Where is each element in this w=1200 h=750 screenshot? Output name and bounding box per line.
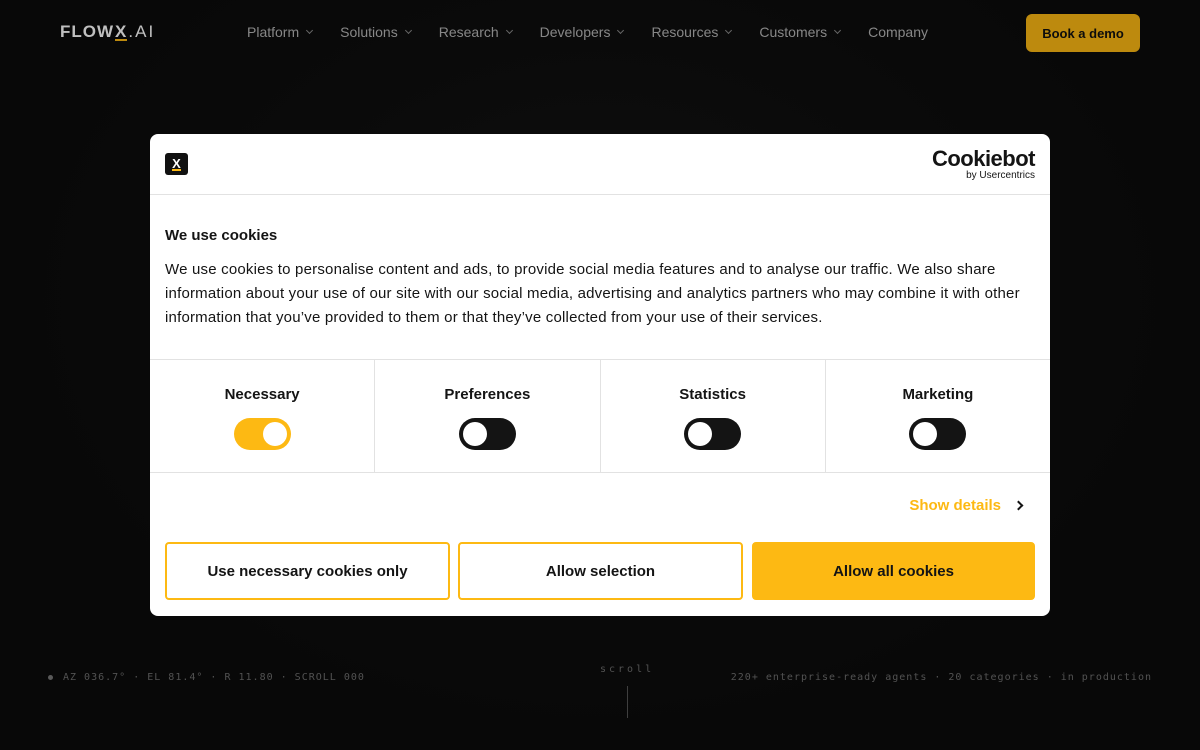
consent-category-preferences: Preferences bbox=[375, 360, 601, 472]
consent-category-label: Necessary bbox=[224, 386, 300, 403]
chevron-right-icon bbox=[1013, 500, 1024, 511]
allow-all-cookies-button[interactable]: Allow all cookies bbox=[752, 542, 1035, 600]
details-row: Show details bbox=[150, 496, 1050, 518]
consent-button-row: Use necessary cookies only Allow selecti… bbox=[165, 542, 1035, 600]
consent-category-statistics: Statistics bbox=[601, 360, 826, 472]
consent-category-toggles: Necessary Preferences Statistics Marketing bbox=[150, 360, 1050, 473]
dialog-header: X Cookiebot by Usercentrics bbox=[150, 134, 1050, 195]
cookiebot-name: Cookiebot bbox=[931, 146, 1036, 171]
toggle-knob bbox=[913, 422, 938, 446]
toggle-knob bbox=[462, 422, 487, 446]
consent-category-necessary: Necessary bbox=[150, 360, 376, 472]
necessary-toggle[interactable] bbox=[233, 418, 291, 450]
cookie-consent-dialog: X Cookiebot by Usercentrics We use cooki… bbox=[150, 134, 1050, 616]
show-details-link[interactable]: Show details bbox=[909, 497, 1024, 514]
consent-category-label: Marketing bbox=[902, 386, 974, 403]
consent-category-label: Preferences bbox=[444, 386, 531, 403]
marketing-toggle[interactable] bbox=[909, 418, 967, 450]
flowx-brand-icon: X bbox=[165, 153, 188, 175]
cookiebot-subtitle: by Usercentrics bbox=[966, 170, 1035, 181]
toggle-knob bbox=[688, 422, 713, 446]
dialog-title: We use cookies bbox=[165, 227, 278, 244]
cookiebot-logo[interactable]: Cookiebot by Usercentrics bbox=[931, 146, 1036, 182]
show-details-label: Show details bbox=[909, 497, 1001, 514]
use-necessary-only-button[interactable]: Use necessary cookies only bbox=[165, 542, 450, 600]
dialog-text: We use cookies to personalise content an… bbox=[165, 261, 1020, 326]
preferences-toggle[interactable] bbox=[458, 418, 516, 450]
consent-category-label: Statistics bbox=[679, 386, 746, 403]
dialog-body: We use cookies We use cookies to persona… bbox=[150, 195, 1050, 360]
statistics-toggle[interactable] bbox=[684, 418, 742, 450]
toggle-knob bbox=[262, 422, 287, 446]
allow-selection-button[interactable]: Allow selection bbox=[458, 542, 743, 600]
consent-category-marketing: Marketing bbox=[826, 360, 1050, 472]
